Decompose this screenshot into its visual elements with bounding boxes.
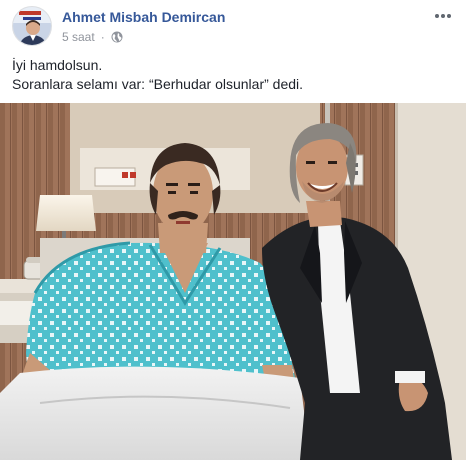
post-text-line-1: İyi hamdolsun. — [12, 57, 103, 73]
author-name-link[interactable]: Ahmet Misbah Demircan — [62, 9, 225, 25]
more-options-icon[interactable] — [432, 8, 454, 24]
post-photo[interactable] — [0, 103, 466, 460]
hospital-room-photo — [0, 103, 466, 460]
post-meta: 5 saat · — [62, 30, 123, 44]
facebook-post: Ahmet Misbah Demircan 5 saat · İyi hamdo… — [0, 0, 466, 460]
author-avatar-image — [13, 7, 51, 45]
post-text: İyi hamdolsun. Soranlara selamı var: “Be… — [12, 56, 452, 94]
author-avatar[interactable] — [12, 6, 52, 46]
meta-separator: · — [100, 30, 105, 44]
post-header: Ahmet Misbah Demircan 5 saat · — [12, 6, 454, 48]
globe-icon[interactable] — [111, 31, 123, 43]
post-timestamp[interactable]: 5 saat — [62, 30, 95, 44]
post-text-line-2: Soranlara selamı var: “Berhudar olsunlar… — [12, 76, 304, 92]
